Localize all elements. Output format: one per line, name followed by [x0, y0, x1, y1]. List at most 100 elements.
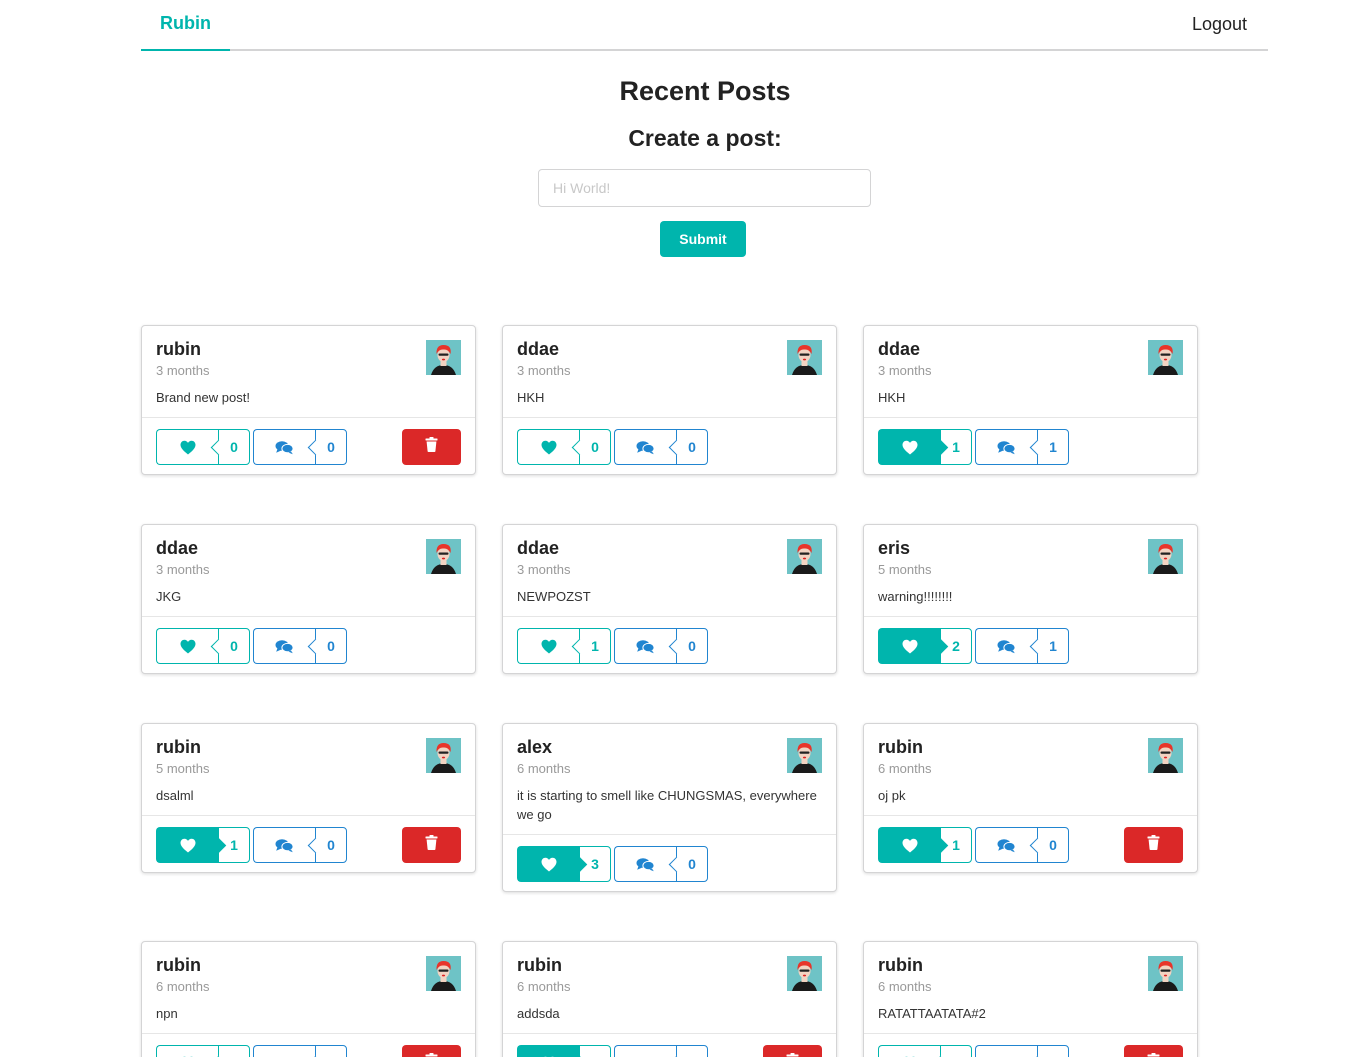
comment-button[interactable]: 1 — [975, 628, 1069, 664]
like-button[interactable]: 1 — [878, 429, 972, 465]
trash-icon — [1147, 835, 1160, 855]
post-actions: 00 — [142, 616, 475, 673]
post-timestamp: 6 months — [517, 979, 571, 994]
post-card: rubin 6 months npn — [141, 941, 476, 1057]
like-button[interactable]: 2 — [878, 628, 972, 664]
post-card: ddae 3 months HKH 1 1 — [863, 325, 1198, 475]
post-timestamp: 6 months — [878, 979, 932, 994]
post-card: rubin 6 months oj pk 1 0 — [863, 723, 1198, 873]
like-button[interactable]: 0 — [156, 429, 250, 465]
submit-button[interactable]: Submit — [660, 221, 746, 257]
post-author: rubin — [156, 737, 201, 757]
comment-count: 0 — [315, 429, 347, 465]
post-author: eris — [878, 538, 911, 558]
avatar — [1148, 738, 1183, 773]
like-count: 0 — [579, 429, 611, 465]
post-timestamp: 3 months — [156, 363, 210, 378]
post-text: JKG — [156, 589, 182, 604]
avatar — [787, 340, 822, 375]
post-input[interactable] — [538, 169, 871, 207]
heart-icon — [517, 628, 579, 664]
comments-icon — [975, 1045, 1037, 1057]
post-card: rubin 3 months Brand new post! 0 0 — [141, 325, 476, 475]
comment-button[interactable]: 1 — [975, 429, 1069, 465]
like-button[interactable] — [156, 1045, 250, 1057]
post-content: rubin 6 months oj pk — [864, 724, 1197, 815]
post-card: rubin 6 months RATATTAATATA#2 — [863, 941, 1198, 1057]
like-button[interactable]: 1 — [156, 827, 250, 863]
post-author: rubin — [517, 955, 562, 975]
comment-button[interactable] — [614, 1045, 708, 1057]
avatar — [787, 539, 822, 574]
logout-link[interactable]: Logout — [1192, 14, 1247, 35]
post-card: eris 5 months warning!!!!!!!! 2 1 — [863, 524, 1198, 674]
comment-count: 0 — [315, 827, 347, 863]
delete-button[interactable] — [402, 827, 461, 863]
avatar — [426, 738, 461, 773]
comment-count: 0 — [676, 846, 708, 882]
delete-button[interactable] — [402, 429, 461, 465]
like-count: 0 — [218, 429, 250, 465]
post-content: rubin 5 months dsalml — [142, 724, 475, 815]
comments-icon — [614, 1045, 676, 1057]
post-author: rubin — [156, 339, 201, 359]
like-button[interactable]: 3 — [517, 846, 611, 882]
post-actions: 10 — [142, 815, 475, 872]
comments-icon — [975, 628, 1037, 664]
comment-count — [315, 1045, 347, 1057]
comment-count: 1 — [1037, 429, 1069, 465]
post-actions: 10 — [864, 815, 1197, 872]
post-actions: 00 — [142, 417, 475, 474]
comment-button[interactable]: 0 — [253, 429, 347, 465]
trash-icon — [425, 437, 438, 457]
trash-icon — [786, 1053, 799, 1057]
create-post-heading: Create a post: — [628, 125, 782, 151]
delete-button[interactable] — [1124, 827, 1183, 863]
like-button[interactable] — [878, 1045, 972, 1057]
comment-count: 1 — [1037, 628, 1069, 664]
post-timestamp: 6 months — [878, 761, 932, 776]
like-button[interactable]: 0 — [517, 429, 611, 465]
comment-button[interactable] — [975, 1045, 1069, 1057]
post-content: ddae 3 months NEWPOZST — [503, 525, 836, 616]
nav-item-home[interactable]: Rubin — [141, 0, 230, 51]
like-button[interactable]: 0 — [156, 628, 250, 664]
comment-count: 0 — [676, 429, 708, 465]
like-button[interactable]: 1 — [517, 628, 611, 664]
heart-icon — [878, 628, 940, 664]
comments-icon — [614, 429, 676, 465]
comment-count: 0 — [1037, 827, 1069, 863]
avatar — [426, 956, 461, 991]
comments-icon — [253, 1045, 315, 1057]
avatar — [426, 539, 461, 574]
post-content: rubin 6 months npn — [142, 942, 475, 1033]
post-card: ddae 3 months HKH 0 0 — [502, 325, 837, 475]
post-text: Brand new post! — [156, 390, 250, 405]
post-card: alex 6 months it is starting to smell like… — [502, 723, 837, 892]
comment-button[interactable]: 0 — [253, 827, 347, 863]
like-count — [940, 1045, 972, 1057]
comment-button[interactable]: 0 — [975, 827, 1069, 863]
post-content: rubin 6 months RATATTAATATA#2 — [864, 942, 1197, 1033]
comment-count — [676, 1045, 708, 1057]
comments-icon — [253, 429, 315, 465]
post-author: rubin — [878, 955, 923, 975]
like-button[interactable]: 1 — [878, 827, 972, 863]
post-text: oj pk — [878, 788, 906, 803]
like-button[interactable] — [517, 1045, 611, 1057]
comment-button[interactable]: 0 — [614, 628, 708, 664]
delete-button[interactable] — [1124, 1045, 1183, 1057]
heart-icon — [517, 429, 579, 465]
post-timestamp: 5 months — [878, 562, 932, 577]
comment-button[interactable] — [253, 1045, 347, 1057]
comment-button[interactable]: 0 — [614, 429, 708, 465]
heart-icon — [156, 429, 218, 465]
delete-button[interactable] — [402, 1045, 461, 1057]
comment-button[interactable]: 0 — [253, 628, 347, 664]
comments-icon — [253, 827, 315, 863]
post-actions: 11 — [864, 417, 1197, 474]
delete-button[interactable] — [763, 1045, 822, 1057]
comment-button[interactable]: 0 — [614, 846, 708, 882]
heart-icon — [156, 827, 218, 863]
post-actions: 21 — [864, 616, 1197, 673]
